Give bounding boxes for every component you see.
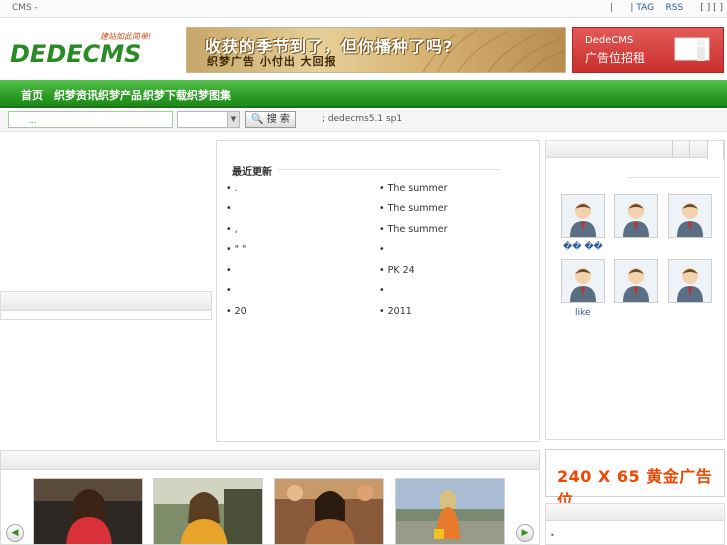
- user-icon: [669, 260, 711, 302]
- user-icon: [562, 260, 604, 302]
- search-input[interactable]: [8, 111, 173, 128]
- nav-item-gallery[interactable]: 织梦图集: [187, 87, 231, 103]
- latest-updates-title: 最近更新: [232, 167, 272, 178]
- nav-item-products[interactable]: 织梦产品: [98, 87, 142, 103]
- right-bottom-header: [546, 504, 724, 521]
- list-item[interactable]: • The summer: [379, 203, 448, 214]
- member-avatar[interactable]: [561, 194, 605, 238]
- list-item[interactable]: •: [379, 285, 385, 296]
- member-avatar[interactable]: [614, 194, 658, 238]
- list-item[interactable]: •: [226, 265, 232, 276]
- list-bullet: •: [550, 531, 555, 540]
- nav-item-news[interactable]: 织梦资讯: [54, 87, 98, 103]
- divider: [278, 169, 500, 170]
- list-item[interactable]: •: [226, 285, 232, 296]
- member-avatar[interactable]: [614, 259, 658, 303]
- main-nav: 首页 织梦资讯 织梦产品 织梦下载 织梦图集: [0, 80, 727, 108]
- chevron-right-icon: ▶: [521, 528, 529, 538]
- top-bar: CMS - | | TAG RSS [ ] [ ]: [0, 0, 727, 18]
- search-bar: ▼ 🔍 搜 索 ; dedecms5.1 sp1: [0, 110, 727, 132]
- separator: |: [610, 3, 614, 13]
- user-icon: [615, 260, 657, 302]
- carousel-next-button[interactable]: ▶: [516, 524, 534, 542]
- tag-link[interactable]: TAG: [636, 3, 654, 13]
- chevron-left-icon: ◀: [11, 528, 19, 538]
- banner-side-line1: DedeCMS: [585, 35, 634, 46]
- search-type-select[interactable]: ▼: [177, 111, 240, 128]
- list-item[interactable]: • ,: [226, 224, 238, 235]
- list-item[interactable]: • The summer: [379, 224, 448, 235]
- list-item[interactable]: • 20: [226, 306, 247, 317]
- member-avatar[interactable]: [561, 259, 605, 303]
- user-icon: [615, 195, 657, 237]
- list-item[interactable]: • 2011: [379, 306, 412, 317]
- left-panel: [0, 310, 212, 320]
- list-item[interactable]: • PK 24: [379, 265, 415, 276]
- member-name[interactable]: �� ��: [563, 242, 603, 252]
- presenter-figure-icon: [674, 37, 710, 61]
- banner-side-line2: 广告位招租: [585, 51, 646, 65]
- list-item[interactable]: •: [226, 203, 232, 214]
- gallery-photo[interactable]: [33, 478, 143, 545]
- user-icon: [669, 195, 711, 237]
- tab-divider: [672, 141, 673, 158]
- photo-gallery-header: [1, 451, 539, 470]
- members-tabs: [546, 141, 724, 158]
- left-panel-header: [0, 291, 212, 311]
- gallery-photo[interactable]: [395, 478, 505, 545]
- user-icon: [562, 195, 604, 237]
- logo-slogan: 建站如此简单!: [100, 32, 151, 41]
- tab-active[interactable]: [707, 141, 724, 159]
- list-item[interactable]: •: [379, 244, 385, 255]
- banner-ad-main[interactable]: 收获的季节到了，但你播种了吗? 织梦广告 小付出 大回报: [186, 27, 566, 73]
- site-title: CMS -: [12, 3, 38, 13]
- list-item[interactable]: • " ": [226, 244, 246, 255]
- top-links: | | TAG RSS [ ] [ ]: [610, 3, 723, 13]
- nav-item-home[interactable]: 首页: [21, 87, 43, 103]
- search-button[interactable]: 🔍 搜 索: [245, 111, 296, 128]
- banner-main-line2: 织梦广告 小付出 大回报: [207, 55, 337, 68]
- carousel-prev-button[interactable]: ◀: [6, 524, 24, 542]
- banner-ad-side[interactable]: DedeCMS 广告位招租: [572, 27, 724, 73]
- list-item[interactable]: • .: [226, 183, 238, 194]
- member-name[interactable]: like: [575, 308, 590, 318]
- separator: |: [630, 3, 634, 13]
- site-logo[interactable]: DEDECMS 建站如此简单!: [8, 28, 170, 70]
- nav-item-downloads[interactable]: 织梦下载: [143, 87, 187, 103]
- hot-keywords: ; dedecms5.1 sp1: [322, 114, 403, 124]
- member-avatar[interactable]: [668, 194, 712, 238]
- gallery-photo[interactable]: [153, 478, 263, 545]
- latest-updates-panel: [216, 140, 540, 442]
- divider: [628, 177, 720, 178]
- login-links[interactable]: [ ] [ ]: [700, 3, 723, 13]
- rss-link[interactable]: RSS: [666, 3, 684, 13]
- search-button-label: 搜 索: [266, 114, 290, 125]
- gold-ad-slot[interactable]: 240 X 65 黄金广告位: [545, 449, 725, 510]
- logo-text: DEDECMS: [10, 40, 141, 68]
- gallery-photo[interactable]: [274, 478, 384, 545]
- chevron-down-icon: ▼: [227, 112, 239, 127]
- search-icon: 🔍: [251, 114, 264, 125]
- tab-divider: [689, 141, 690, 158]
- member-avatar[interactable]: [668, 259, 712, 303]
- list-item[interactable]: • The summer: [379, 183, 448, 194]
